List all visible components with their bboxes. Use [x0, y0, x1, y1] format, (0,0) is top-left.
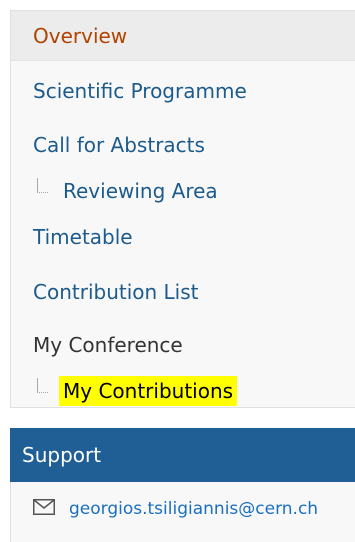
support-body: georgios.tsiligiannis@cern.ch: [10, 482, 355, 542]
conference-menu: Overview Scientific Programme Call for A…: [10, 10, 355, 408]
menu-item-overview[interactable]: Overview: [11, 11, 355, 61]
menu-item-call-for-abstracts[interactable]: Call for Abstracts: [11, 120, 355, 170]
menu-section-my-conference: My Conference: [11, 320, 355, 370]
menu-item-label: Reviewing Area: [63, 179, 218, 203]
tree-branch-icon: [37, 378, 48, 393]
menu-item-label: Overview: [33, 24, 128, 48]
menu-item-timetable[interactable]: Timetable: [11, 212, 355, 262]
menu-item-label: Timetable: [33, 225, 133, 249]
support-box: Support georgios.tsiligiannis@cern.ch: [10, 428, 355, 542]
tree-branch-icon: [37, 178, 48, 193]
menu-item-label: Contribution List: [33, 280, 199, 304]
menu-item-contribution-list[interactable]: Contribution List: [11, 267, 355, 317]
menu-item-label: My Contributions: [59, 376, 238, 406]
support-email-link[interactable]: georgios.tsiligiannis@cern.ch: [11, 496, 355, 522]
menu-section-label: My Conference: [33, 333, 183, 357]
menu-item-label: Scientific Programme: [33, 79, 247, 103]
menu-item-scientific-programme[interactable]: Scientific Programme: [11, 66, 355, 116]
support-header: Support: [10, 428, 355, 482]
menu-item-label: Call for Abstracts: [33, 133, 205, 157]
menu-item-my-contributions[interactable]: My Contributions: [11, 366, 355, 416]
menu-item-reviewing-area[interactable]: Reviewing Area: [11, 166, 355, 216]
support-email-text: georgios.tsiligiannis@cern.ch: [69, 499, 319, 519]
envelope-icon: [33, 499, 55, 515]
page: Overview Scientific Programme Call for A…: [0, 0, 355, 542]
